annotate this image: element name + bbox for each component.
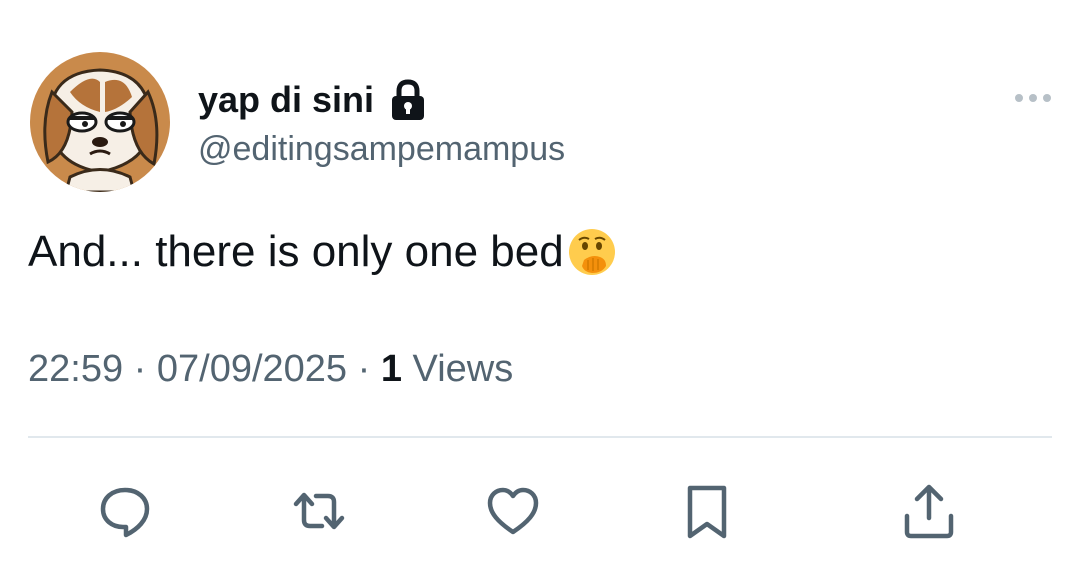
more-dot-icon [1043, 94, 1051, 102]
share-icon [904, 484, 954, 539]
author-name-row: yap di sini [198, 76, 428, 124]
lock-icon [388, 78, 428, 122]
bookmark-button[interactable] [672, 476, 742, 546]
tweet-date[interactable]: 07/09/2025 [157, 348, 347, 390]
bookmark-icon [687, 485, 727, 539]
reply-button[interactable] [90, 476, 160, 546]
handle[interactable]: @editingsampemampus [198, 130, 565, 169]
action-bar [0, 476, 1080, 546]
meta-separator: · [133, 348, 157, 390]
tweet-card: yap di sini @editingsampemampus And... t… [0, 0, 1080, 575]
tweet-time[interactable]: 22:59 [28, 348, 123, 390]
retweet-button[interactable] [284, 476, 354, 546]
retweet-icon [293, 492, 345, 530]
meta-separator: · [357, 348, 381, 390]
tweet-body: And... there is only one bed [28, 227, 564, 276]
more-dot-icon [1015, 94, 1023, 102]
like-button[interactable] [478, 476, 548, 546]
divider [28, 436, 1052, 438]
cartoon-dog-avatar-icon [30, 52, 170, 192]
views-label[interactable]: Views [413, 348, 514, 390]
more-options-button[interactable] [1008, 86, 1058, 110]
views-count[interactable]: 1 [381, 348, 402, 390]
face-with-hand-over-mouth-emoji-icon [566, 226, 618, 278]
heart-icon [487, 487, 539, 535]
tweet-text: And... there is only one bed [28, 226, 618, 278]
reply-icon [100, 487, 150, 538]
more-dot-icon [1029, 94, 1037, 102]
avatar[interactable] [30, 52, 170, 192]
display-name[interactable]: yap di sini [198, 79, 374, 121]
share-button[interactable] [894, 476, 964, 546]
tweet-meta: 22:59 · 07/09/2025 · 1 Views [28, 348, 513, 391]
